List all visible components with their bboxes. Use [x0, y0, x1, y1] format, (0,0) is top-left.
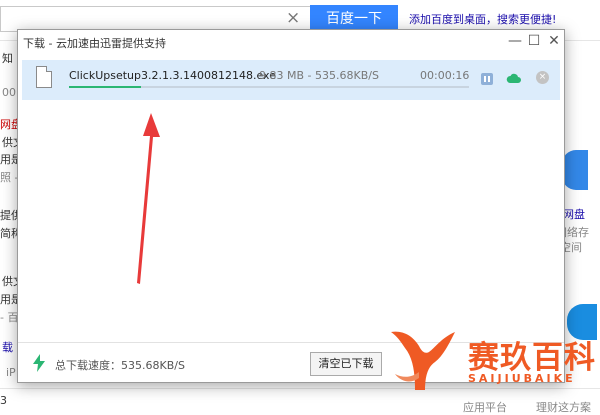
cloud-accelerate-icon[interactable]	[506, 71, 522, 85]
watermark-subtext: SAIJIUBAIKE	[468, 372, 576, 385]
result-fragment: 00	[2, 86, 16, 99]
file-name: ClickUpsetup3.2.1.3.1400812148.exe	[69, 69, 276, 82]
divider	[0, 388, 600, 389]
watermark-text: 赛玖百科	[468, 340, 596, 376]
dialog-title: 下载 - 云加速由迅雷提供支持	[23, 37, 166, 50]
result-title-fragment[interactable]: 载	[2, 339, 13, 355]
tab-fragment: 知	[2, 52, 13, 65]
progress-bar	[69, 86, 469, 88]
result-fragment: - 百	[0, 311, 19, 324]
progress-fill	[69, 86, 141, 88]
close-button[interactable]: ✕	[543, 30, 565, 52]
download-item[interactable]: ClickUpsetup3.2.1.3.1400812148.exe 9.83 …	[22, 60, 560, 100]
app-link[interactable]: 应用平台	[463, 399, 507, 415]
clear-search-icon[interactable]: ×	[286, 8, 300, 28]
lightning-icon	[33, 354, 45, 372]
download-dialog: 下载 - 云加速由迅雷提供支持 — ☐ ✕ ClickUpsetup3.2.1.…	[17, 29, 565, 383]
download-status: 9.83 MB - 535.68KB/S	[259, 69, 379, 82]
result-fragment: 3	[0, 394, 7, 407]
total-speed: 总下载速度：535.68KB/S	[55, 359, 185, 372]
add-to-desktop-link[interactable]: 添加百度到桌面，搜索更便捷!	[409, 11, 556, 27]
watermark-logo-icon	[391, 331, 455, 390]
baidu-netdisk-icon	[562, 150, 588, 190]
pause-icon[interactable]	[481, 73, 493, 85]
delete-icon[interactable]: ×	[536, 71, 549, 84]
elapsed-time: 00:00:16	[420, 69, 470, 82]
file-icon	[36, 66, 52, 88]
app-link[interactable]: 理财这方案	[536, 399, 591, 415]
maximize-button[interactable]: ☐	[523, 30, 545, 52]
clear-downloaded-button[interactable]: 清空已下载	[310, 352, 382, 376]
netdisk-link[interactable]: 网盘	[563, 206, 585, 222]
result-fragment: 照 -	[0, 171, 19, 184]
result-fragment: iP	[6, 366, 16, 379]
